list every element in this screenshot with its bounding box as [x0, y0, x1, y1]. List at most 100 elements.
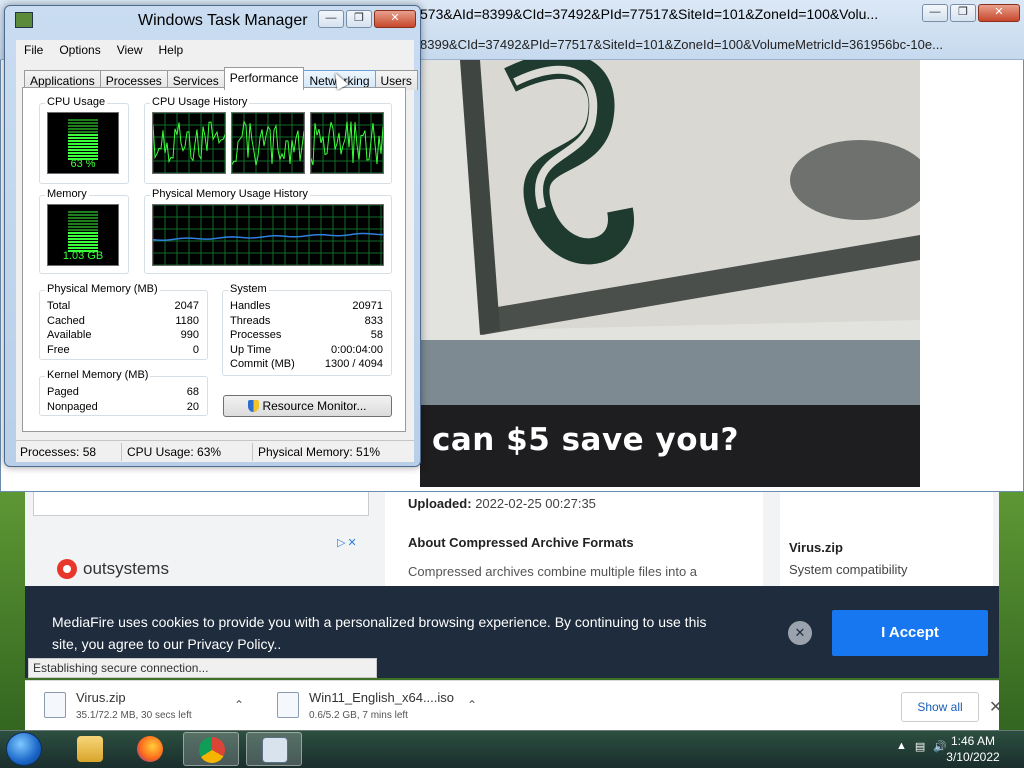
meter-segment: [68, 223, 98, 225]
menu-help[interactable]: Help: [151, 40, 192, 62]
stat-value: 0:00:04:00: [331, 344, 383, 356]
minimize-icon[interactable]: —: [318, 10, 344, 28]
meter-segment: [68, 146, 98, 148]
image-viewer: [420, 60, 920, 405]
stat-value: 1180: [175, 315, 199, 327]
stat-label: Paged: [47, 386, 79, 398]
ad-outsystems[interactable]: outsystems: [57, 559, 169, 579]
download-name: Virus.zip: [76, 690, 126, 705]
download-progress-icon: [44, 692, 66, 718]
close-shelf-icon[interactable]: ✕: [989, 697, 1002, 717]
download-item[interactable]: Win11_English_x64....iso 0.6/5.2 GB, 7 m…: [277, 688, 487, 724]
maximize-icon[interactable]: ❐: [950, 4, 976, 22]
taskbar-explorer[interactable]: [62, 732, 118, 766]
network-icon[interactable]: ▤: [915, 740, 925, 753]
resource-monitor-button[interactable]: Resource Monitor...: [223, 395, 392, 417]
stat-label: Commit (MB): [230, 358, 295, 370]
chevron-up-icon[interactable]: ⌃: [467, 698, 477, 712]
cpu-usage-label: CPU Usage: [45, 96, 108, 108]
iso-file-icon: [277, 692, 299, 718]
meter-segment: [68, 220, 98, 222]
stat-value: 990: [180, 329, 199, 341]
start-button[interactable]: [6, 732, 42, 766]
stat-row-available: Available 990: [47, 329, 199, 341]
stat-value: 1300 / 4094: [324, 358, 383, 370]
status-memory: Physical Memory: 51%: [258, 445, 381, 459]
stat-label: Up Time: [230, 344, 271, 356]
minimize-icon[interactable]: —: [922, 4, 948, 22]
maximize-icon[interactable]: ❐: [346, 10, 372, 28]
stat-row-cached: Cached 1180: [47, 315, 199, 327]
meter-segment: [68, 134, 98, 136]
stat-row-commit: Commit (MB) 1300 / 4094: [230, 358, 383, 370]
meter-segment: [68, 131, 98, 133]
task-manager-title: Windows Task Manager: [138, 12, 308, 29]
meter-segment: [68, 211, 98, 213]
status-divider: [252, 443, 253, 461]
stat-row-handles: Handles 20971: [230, 300, 383, 312]
firefox-icon: [137, 736, 163, 762]
meter-segment: [68, 241, 98, 243]
menu-file[interactable]: File: [16, 40, 51, 62]
show-all-downloads-button[interactable]: Show all: [901, 692, 979, 722]
ad-brand-text: outsystems: [83, 559, 169, 578]
ad-choices-icon[interactable]: ▷✕: [337, 536, 369, 551]
meter-segment: [68, 149, 98, 151]
close-icon[interactable]: ✕: [978, 4, 1020, 22]
meter-segment: [68, 235, 98, 237]
side-compatibility: System compatibility: [789, 562, 908, 577]
viewer-right-area: [920, 60, 1023, 487]
stat-label: Available: [47, 329, 92, 341]
stat-value: 833: [364, 315, 383, 327]
meter-segment: [68, 140, 98, 142]
stat-label: Nonpaged: [47, 401, 98, 413]
taskbar-chrome[interactable]: [183, 732, 239, 766]
meter-segment: [68, 244, 98, 246]
meter-segment: [68, 128, 98, 130]
taskbar-task-manager[interactable]: [246, 732, 302, 766]
memory-history-graph: [152, 204, 384, 266]
stat-value: 58: [370, 329, 383, 341]
browser-status-bubble: Establishing secure connection...: [28, 658, 377, 678]
cookie-text: MediaFire uses cookies to provide you wi…: [52, 614, 707, 652]
cookie-close-icon[interactable]: ✕: [788, 621, 812, 645]
five-dollar-bill-image: [420, 60, 920, 405]
uploaded-info: Uploaded: 2022-02-25 00:27:35: [408, 496, 596, 511]
memory-value: 1.03 GB: [62, 250, 104, 262]
address-bar[interactable]: 8399&CId=37492&PId=77517&SiteId=101&Zone…: [420, 37, 1000, 52]
system-title: System: [228, 283, 269, 295]
chrome-icon: [199, 737, 225, 763]
stat-row-threads: Threads 833: [230, 315, 383, 327]
stat-row-nonpaged: Nonpaged 20: [47, 401, 199, 413]
download-item[interactable]: Virus.zip 35.1/72.2 MB, 30 secs left ⌃: [44, 688, 254, 724]
chevron-up-icon[interactable]: ⌃: [234, 698, 244, 712]
download-name: Win11_English_x64....iso: [309, 690, 455, 705]
cpu-usage-meter: 63 %: [47, 112, 119, 174]
menu-view[interactable]: View: [109, 40, 151, 62]
meter-segment: [68, 214, 98, 216]
menu-options[interactable]: Options: [51, 40, 108, 62]
window-title-url: 573&AId=8399&CId=37492&PId=77517&SiteId=…: [420, 6, 879, 22]
cpu-meter-bars: [68, 119, 98, 161]
tray-expand-icon[interactable]: ▲: [896, 740, 907, 753]
stat-value: 0: [192, 344, 199, 356]
accept-cookies-button[interactable]: I Accept: [832, 610, 988, 656]
taskbar-clock[interactable]: 1:46 AM 3/10/2022: [940, 733, 1006, 765]
stat-value: 68: [186, 386, 199, 398]
stat-label: Free: [47, 344, 70, 356]
meter-segment: [68, 229, 98, 231]
taskbar-firefox[interactable]: [122, 732, 178, 766]
status-processes: Processes: 58: [20, 445, 97, 459]
close-icon[interactable]: ✕: [374, 10, 416, 28]
stat-row-processes: Processes 58: [230, 329, 383, 341]
task-manager-app-icon: [15, 12, 33, 28]
clock-time: 1:46 AM: [950, 734, 996, 748]
stat-row-paged: Paged 68: [47, 386, 199, 398]
stat-label: Threads: [230, 315, 271, 327]
meter-segment: [68, 247, 98, 249]
side-file-title: Virus.zip: [789, 540, 843, 555]
cpu-history-graph-core-3: [310, 112, 384, 174]
tab-performance[interactable]: Performance: [223, 67, 305, 90]
task-manager-statusbar: Processes: 58 CPU Usage: 63% Physical Me…: [16, 440, 414, 462]
about-body: Compressed archives combine multiple fil…: [408, 564, 698, 579]
